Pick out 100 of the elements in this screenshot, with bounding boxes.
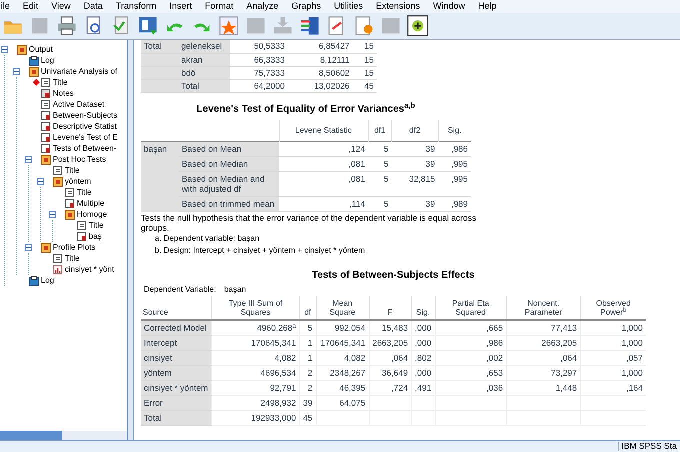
table-cell: Based on Mean [182, 144, 242, 154]
table-cell: Based on Median [182, 159, 248, 169]
table-cell: 992,054 [334, 322, 366, 333]
table-cell: ,002 [486, 352, 504, 362]
collapse-icon[interactable] [1, 46, 8, 53]
tree-item[interactable]: cinsiyet * yönt [65, 266, 114, 274]
table-cell: 45 [364, 80, 374, 90]
table-cell: 77,413 [551, 322, 578, 333]
table-cell: 15,483 [382, 322, 408, 333]
table-cell: ,000 [415, 322, 432, 333]
current-item-marker [32, 78, 40, 86]
variables-icon[interactable] [299, 15, 321, 37]
table-cell: 8,12111 [320, 54, 350, 64]
tree-item[interactable]: Notes [53, 90, 74, 98]
hidden-table-icon [41, 88, 51, 98]
collapse-icon[interactable] [49, 211, 56, 218]
menu-item[interactable]: Extensions [376, 2, 420, 11]
tree-item[interactable]: Output [29, 46, 54, 54]
table-cell: ,989 [451, 199, 468, 209]
column-header: df [304, 308, 312, 317]
tree-item[interactable]: Log [41, 276, 54, 284]
tree-item[interactable]: Univariate Analysis of [41, 68, 118, 76]
table-cell: 2 [308, 382, 313, 392]
tree-item[interactable]: Title [65, 254, 80, 262]
tree-item[interactable]: Title [53, 78, 68, 86]
tree-item[interactable]: Tests of Between- [53, 144, 117, 152]
horizontal-scrollbar[interactable] [0, 431, 127, 440]
tree-item[interactable]: Levene's Test of E [53, 134, 118, 142]
tree-item[interactable]: baş [89, 232, 102, 240]
menu-item[interactable]: Data [84, 2, 103, 11]
chart-icon [53, 264, 63, 274]
menu-item[interactable]: View [52, 2, 71, 11]
menu-item[interactable]: Format [205, 2, 234, 11]
tree-item[interactable]: Between-Subjects [53, 112, 118, 120]
table-cell: 2498,932 [260, 398, 296, 408]
table-cell: 4696,534 [260, 368, 296, 378]
table-cell: 1,000 [622, 338, 643, 348]
collapse-icon[interactable] [25, 244, 32, 251]
document-icon [53, 166, 63, 176]
table-cell: bdö [181, 68, 196, 78]
printer-icon[interactable] [56, 15, 78, 37]
table-icon [41, 132, 51, 142]
book-icon [17, 44, 27, 54]
data-window-icon[interactable] [137, 15, 159, 37]
menu-item[interactable]: Edit [23, 2, 39, 11]
menu-item[interactable]: Utilities [334, 2, 364, 11]
table-title: Tests of Between-Subjects Effects [311, 269, 476, 283]
tree-item[interactable]: Title [65, 166, 80, 174]
table-cell: 64,2000 [254, 80, 285, 90]
menu-item[interactable]: Transform [116, 2, 157, 11]
menu-item[interactable]: ile [1, 2, 10, 11]
menu-item[interactable]: Window [433, 2, 466, 11]
tree-item[interactable]: Active Dataset [53, 100, 105, 108]
document-icon [77, 220, 87, 230]
tree-item[interactable]: Log [41, 56, 54, 64]
table-cell: 64,075 [340, 398, 366, 408]
menu-item[interactable]: Insert [170, 2, 192, 11]
tree-item[interactable]: yöntem [65, 178, 92, 186]
table-cell: başan [144, 144, 168, 154]
table-cell: 39 [426, 144, 436, 154]
table-cell: 2663,205 [372, 338, 408, 348]
table-cell: 39 [426, 159, 436, 169]
tree-item[interactable]: Profile Plots [53, 244, 96, 252]
tree-item[interactable]: Homoge [77, 210, 108, 218]
table-cell: 75,7333 [254, 68, 285, 78]
table-cell: Corrected Model [144, 322, 207, 333]
table-cell: akran [181, 54, 203, 64]
tree-item[interactable]: Post Hoc Tests [53, 156, 106, 164]
tree-item[interactable]: Descriptive Statist [53, 122, 118, 130]
dependent-variable-value: başan [224, 284, 246, 296]
table-icon [41, 144, 51, 154]
document-icon [65, 188, 75, 198]
table-cell: ,057 [626, 352, 643, 362]
collapse-icon[interactable] [25, 156, 32, 163]
book-icon [29, 66, 39, 76]
table-cell: ,081 [348, 174, 366, 184]
table-cell: ,081 [348, 159, 366, 169]
tree-item[interactable]: Title [77, 188, 92, 196]
table-cell: yöntem [144, 368, 172, 378]
table-cell: ,000 [415, 338, 432, 348]
table-cell: ,995 [451, 174, 468, 184]
collapse-icon[interactable] [13, 68, 20, 75]
table-cell: cinsiyet [144, 352, 172, 362]
table-note: Tests the null hypothesis that the error variance of the dependent variable is equal across groups. [141, 213, 478, 233]
table-cell: ,124 [348, 144, 366, 154]
table-cell: ,724 [392, 382, 408, 392]
table-cell: ,164 [626, 382, 643, 392]
tree-item[interactable]: Multiple [77, 200, 105, 208]
table-cell: 5 [384, 144, 389, 154]
table-cell: Based on trimmed mean [182, 199, 275, 209]
table-cell: 92,791 [270, 382, 296, 392]
add-icon[interactable] [407, 15, 429, 37]
menu-item[interactable]: Analyze [246, 2, 279, 11]
table-cell: ,986 [486, 338, 504, 348]
menu-item[interactable]: Help [478, 2, 497, 11]
menu-item[interactable]: Graphs [292, 2, 322, 11]
tree-item[interactable]: Title [89, 222, 104, 230]
table-cell: 5 [308, 322, 313, 333]
table-cell: Total [144, 41, 162, 52]
collapse-icon[interactable] [37, 178, 44, 185]
